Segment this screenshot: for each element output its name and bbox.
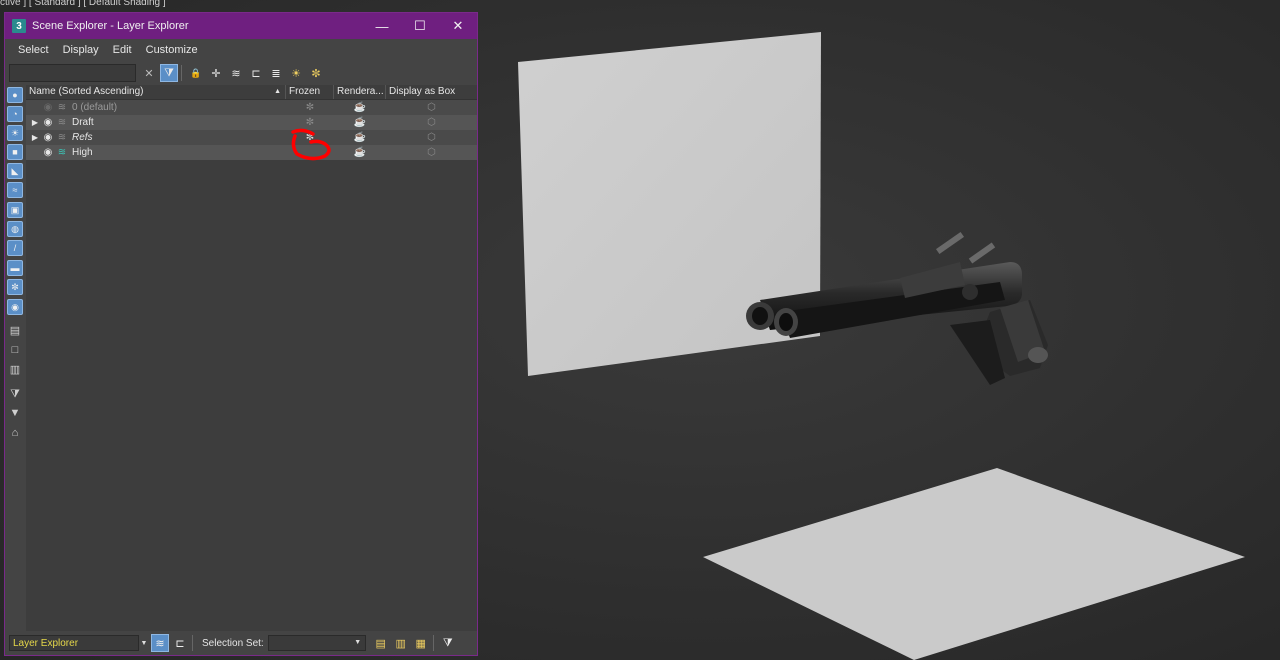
window-title: Scene Explorer - Layer Explorer — [32, 20, 189, 32]
xrefs-icon[interactable]: ◍ — [7, 221, 23, 237]
bones-icon[interactable]: / — [7, 240, 23, 256]
toolbar-separator — [181, 65, 182, 81]
clear-search-icon[interactable]: ✕ — [140, 64, 158, 82]
layer-icon[interactable]: ≋ — [56, 117, 68, 128]
frozen-icon[interactable]: ✼ — [286, 102, 334, 113]
menu-customize[interactable]: Customize — [139, 44, 205, 56]
tag-icon[interactable]: ⌂ — [7, 425, 23, 441]
sort-ascending-icon: ▲ — [274, 88, 281, 95]
visibility-eye-icon[interactable]: ◉ — [42, 132, 54, 143]
selection-set-arrow-icon: ▼ — [354, 639, 362, 646]
hidden-filter-icon[interactable]: ◉ — [7, 299, 23, 315]
menu-bar: Select Display Edit Customize — [5, 39, 477, 61]
filter-icon[interactable]: ⧩ — [160, 64, 178, 82]
filter-bottom-icon[interactable]: ⧩ — [439, 634, 457, 652]
bottom-bar: Layer Explorer ▼ ≋ ⊏ Selection Set: ▼ ▤ … — [5, 631, 477, 655]
column-header-display-as-box[interactable]: Display as Box — [386, 85, 477, 99]
layer-name[interactable]: 0 (default) — [72, 102, 117, 113]
toolbar: ✕ ⧩ 🔒 ✛ ≋ ⊏ ≣ ☀ ✼ — [5, 61, 477, 85]
visibility-eye-icon[interactable]: ◉ — [42, 117, 54, 128]
bottom-separator — [192, 635, 193, 651]
minimize-button[interactable]: — — [363, 13, 401, 39]
floor-plane — [703, 468, 1245, 660]
layers-stack-icon[interactable]: ≋ — [227, 64, 245, 82]
column-header-renderable[interactable]: Rendera... — [334, 85, 386, 99]
lock-icon[interactable]: 🔒 — [187, 64, 205, 82]
remove-selection-set-icon[interactable]: ▦ — [412, 634, 430, 652]
freeze-add-icon[interactable]: ✼ — [307, 64, 325, 82]
helpers-icon[interactable]: ◣ — [7, 163, 23, 179]
display-as-box-icon[interactable]: ⬡ — [386, 132, 477, 143]
renderable-teapot-icon[interactable]: ☕ — [334, 117, 386, 128]
layer-icon[interactable]: ≋ — [56, 102, 68, 113]
visibility-eye-icon[interactable]: ◉ — [42, 102, 54, 113]
selection-set-dropdown[interactable]: ▼ — [267, 635, 366, 651]
geometry-icon[interactable]: ● — [7, 87, 23, 103]
frozen-icon[interactable]: ✼ — [286, 132, 334, 143]
display-as-box-icon[interactable]: ⬡ — [386, 102, 477, 113]
cameras-icon[interactable]: ■ — [7, 144, 23, 160]
column-header-name[interactable]: Name (Sorted Ascending) ▲ — [26, 85, 286, 99]
add-selection-set-icon[interactable]: ▥ — [392, 634, 410, 652]
layers-icon[interactable]: ≣ — [267, 64, 285, 82]
filter-icon-a[interactable]: ⧩ — [7, 386, 23, 402]
layer-table[interactable]: Name (Sorted Ascending) ▲ Frozen Rendera… — [26, 85, 477, 633]
display-as-box-icon[interactable]: ⬡ — [386, 147, 477, 158]
column-header-frozen[interactable]: Frozen — [286, 85, 334, 99]
expand-arrow-icon[interactable]: ▶ — [30, 133, 40, 142]
doc-icon-1[interactable]: ▤ — [7, 322, 23, 338]
table-row[interactable]: ▶ ◉ ≋ Refs ✼ ☕ ⬡ — [26, 130, 477, 145]
column-header-name-label: Name (Sorted Ascending) — [29, 86, 144, 97]
spacewarps-icon[interactable]: ≈ — [7, 182, 23, 198]
scene-explorer-window[interactable]: 3 Scene Explorer - Layer Explorer — ☐ ✕ … — [4, 12, 478, 656]
doc-icon-2[interactable]: □ — [7, 342, 23, 358]
visibility-eye-icon[interactable]: ◉ — [42, 147, 54, 158]
explorer-dropdown-arrow-icon[interactable]: ▼ — [139, 640, 149, 647]
frozen-filter-icon[interactable]: ✼ — [7, 279, 23, 295]
edit-selection-set-icon[interactable]: ▤ — [372, 634, 390, 652]
display-as-box-icon[interactable]: ⬡ — [386, 117, 477, 128]
layer-name[interactable]: Draft — [72, 117, 94, 128]
groups-icon[interactable]: ▣ — [7, 202, 23, 218]
maximize-button[interactable]: ☐ — [401, 13, 439, 39]
hierarchy-icon[interactable]: ⊏ — [247, 64, 265, 82]
layer-mode-icon[interactable]: ≋ — [151, 634, 169, 652]
menu-edit[interactable]: Edit — [106, 44, 139, 56]
doc-icon-3[interactable]: ▥ — [7, 361, 23, 377]
add-layer-icon[interactable]: ✛ — [207, 64, 225, 82]
shapes-icon[interactable]: ◔ — [7, 106, 23, 122]
layer-icon[interactable]: ≋ — [56, 132, 68, 143]
renderable-teapot-icon[interactable]: ☕ — [334, 147, 386, 158]
title-bar[interactable]: 3 Scene Explorer - Layer Explorer — ☐ ✕ — [5, 13, 477, 39]
hierarchy-mode-icon[interactable]: ⊏ — [171, 634, 189, 652]
menu-display[interactable]: Display — [56, 44, 106, 56]
containers-icon[interactable]: ▬ — [7, 260, 23, 276]
table-row[interactable]: ◉ ≋ 0 (default) ✼ ☕ ⬡ — [26, 100, 477, 115]
app-icon: 3 — [12, 19, 26, 33]
bottom-separator — [432, 635, 434, 651]
close-button[interactable]: ✕ — [439, 13, 477, 39]
renderable-teapot-icon[interactable]: ☕ — [334, 132, 386, 143]
table-header: Name (Sorted Ascending) ▲ Frozen Rendera… — [26, 85, 477, 100]
selection-set-label: Selection Set: — [202, 637, 264, 649]
type-filter-strip: ● ◔ ☀ ■ ◣ ≈ ▣ ◍ / ▬ ✼ ◉ ▤ □ ▥ ⧩ ▼ ⌂ — [5, 85, 25, 633]
menu-select[interactable]: Select — [11, 44, 56, 56]
explorer-name-field[interactable]: Layer Explorer — [9, 635, 139, 651]
table-row[interactable]: ◉ ≋ High ☕ ⬡ — [26, 145, 477, 160]
lights-icon[interactable]: ☀ — [7, 125, 23, 141]
layer-name[interactable]: Refs — [72, 132, 93, 143]
layer-name[interactable]: High — [72, 147, 93, 158]
expand-arrow-icon[interactable]: ▶ — [30, 118, 40, 127]
table-row[interactable]: ▶ ◉ ≋ Draft ✼ ☕ ⬡ — [26, 115, 477, 130]
highlight-icon[interactable]: ☀ — [287, 64, 305, 82]
frozen-icon[interactable]: ✼ — [286, 117, 334, 128]
search-input[interactable] — [9, 64, 136, 82]
filter-icon-b[interactable]: ▼ — [7, 405, 23, 421]
active-layer-icon[interactable]: ≋ — [56, 147, 68, 158]
renderable-teapot-icon[interactable]: ☕ — [334, 102, 386, 113]
